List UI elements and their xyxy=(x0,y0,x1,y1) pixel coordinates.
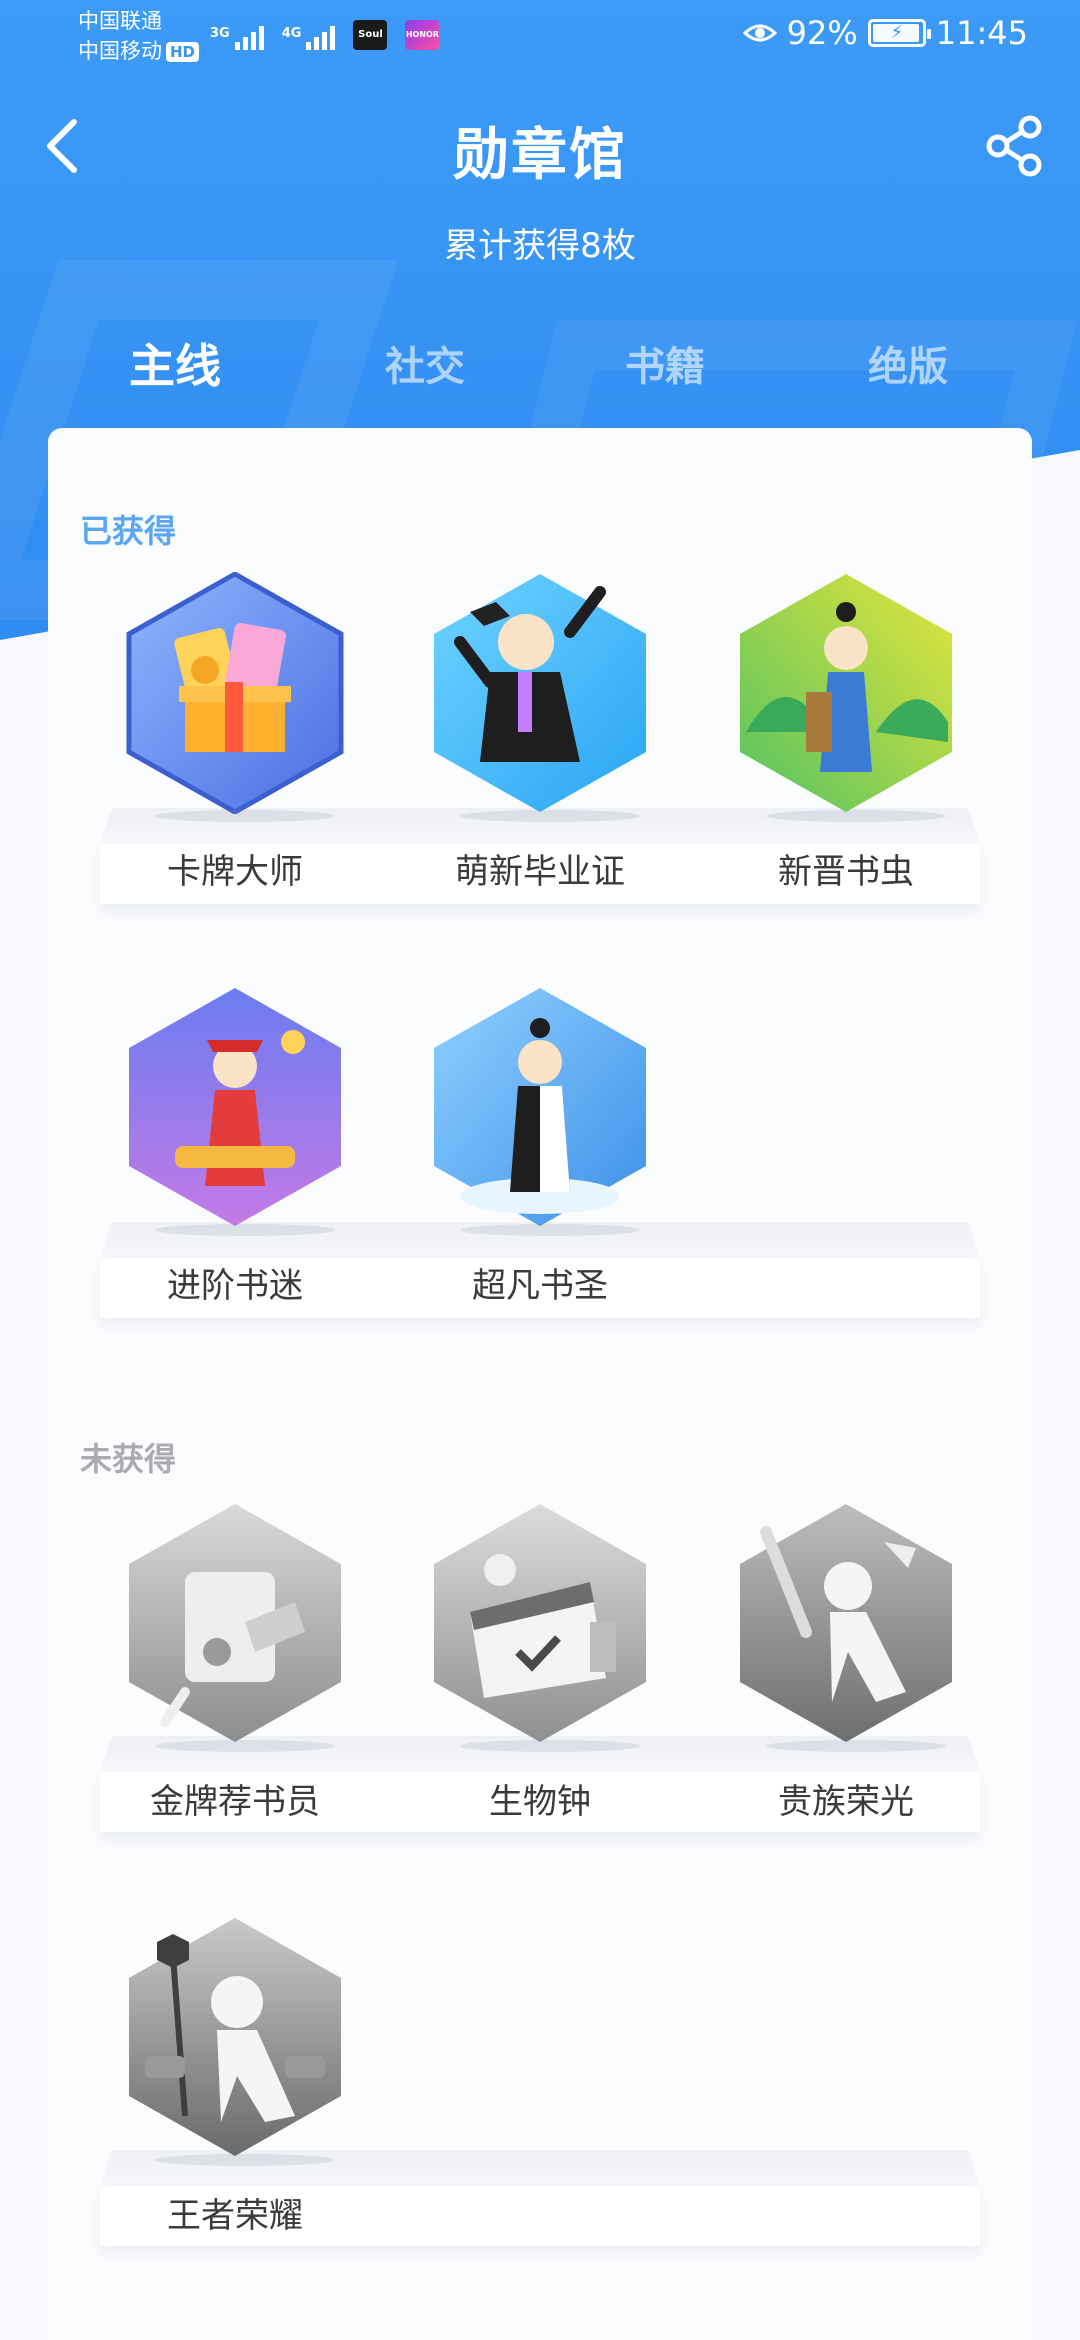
status-bar: 中国联通 中国移动 HD 3G 4G Soul HONOR 92% ⚡ 11:45 xyxy=(0,0,1080,72)
advanced-reader-badge-icon xyxy=(129,988,341,1226)
badge-name: 王者荣耀 xyxy=(167,2196,303,2236)
network-4g-label: 4G xyxy=(281,26,302,41)
carrier-1: 中国联通 xyxy=(78,9,162,33)
tab-main[interactable]: 主线 xyxy=(75,330,275,396)
badge-name: 萌新毕业证 xyxy=(455,852,625,892)
newbie-graduate-badge-icon xyxy=(434,574,646,812)
new-bookworm-badge-icon xyxy=(740,574,952,812)
badge-name: 进阶书迷 xyxy=(167,1266,303,1306)
signal-4g-icon: 4G xyxy=(282,26,336,50)
badge-name: 新晋书虫 xyxy=(778,852,914,892)
badge-name: 金牌荐书员 xyxy=(150,1782,320,1822)
soul-app-icon: Soul xyxy=(353,20,388,50)
signal-3g-icon: 3G xyxy=(210,26,264,50)
navigation-bar: 勋章馆 xyxy=(0,90,1080,200)
badge-name: 生物钟 xyxy=(489,1782,591,1822)
eye-icon xyxy=(742,24,777,42)
signal-indicators: 3G 4G Soul HONOR xyxy=(210,20,440,50)
card-master-badge-icon xyxy=(126,572,344,814)
carrier-info: 中国联通 中国移动 HD xyxy=(78,6,200,66)
king-glory-badge-icon xyxy=(129,1918,341,2156)
badge-count-subtitle: 累计获得8枚 xyxy=(444,226,636,266)
network-3g-label: 3G xyxy=(210,26,230,41)
noble-glory-badge-icon xyxy=(740,1504,952,1742)
battery-percent: 92% xyxy=(786,14,858,52)
hd-badge: HD xyxy=(166,42,200,62)
status-right: 92% ⚡ 11:45 xyxy=(742,14,1028,52)
carrier-2: 中国移动 xyxy=(78,39,162,63)
obtained-section-title: 已获得 xyxy=(80,512,177,550)
battery-icon: ⚡ xyxy=(867,19,931,47)
body-clock-badge-icon xyxy=(434,1504,646,1742)
tab-books[interactable]: 书籍 xyxy=(565,334,765,392)
badge-name: 卡牌大师 xyxy=(167,852,303,892)
badge-name: 贵族荣光 xyxy=(778,1782,914,1822)
gold-recommender-badge-icon xyxy=(129,1504,341,1742)
tab-out-of-print[interactable]: 绝版 xyxy=(808,334,1008,392)
not-obtained-section-title: 未获得 xyxy=(80,1440,177,1478)
clock: 11:45 xyxy=(935,14,1028,52)
badge-name: 超凡书圣 xyxy=(472,1266,608,1306)
share-icon[interactable] xyxy=(982,114,1046,178)
tab-social[interactable]: 社交 xyxy=(325,334,525,392)
page-title: 勋章馆 xyxy=(453,123,627,188)
honor-app-icon: HONOR xyxy=(405,20,440,50)
extraordinary-sage-badge-icon xyxy=(434,988,646,1226)
tab-bar: 主线 社交 书籍 绝版 xyxy=(0,330,1080,410)
